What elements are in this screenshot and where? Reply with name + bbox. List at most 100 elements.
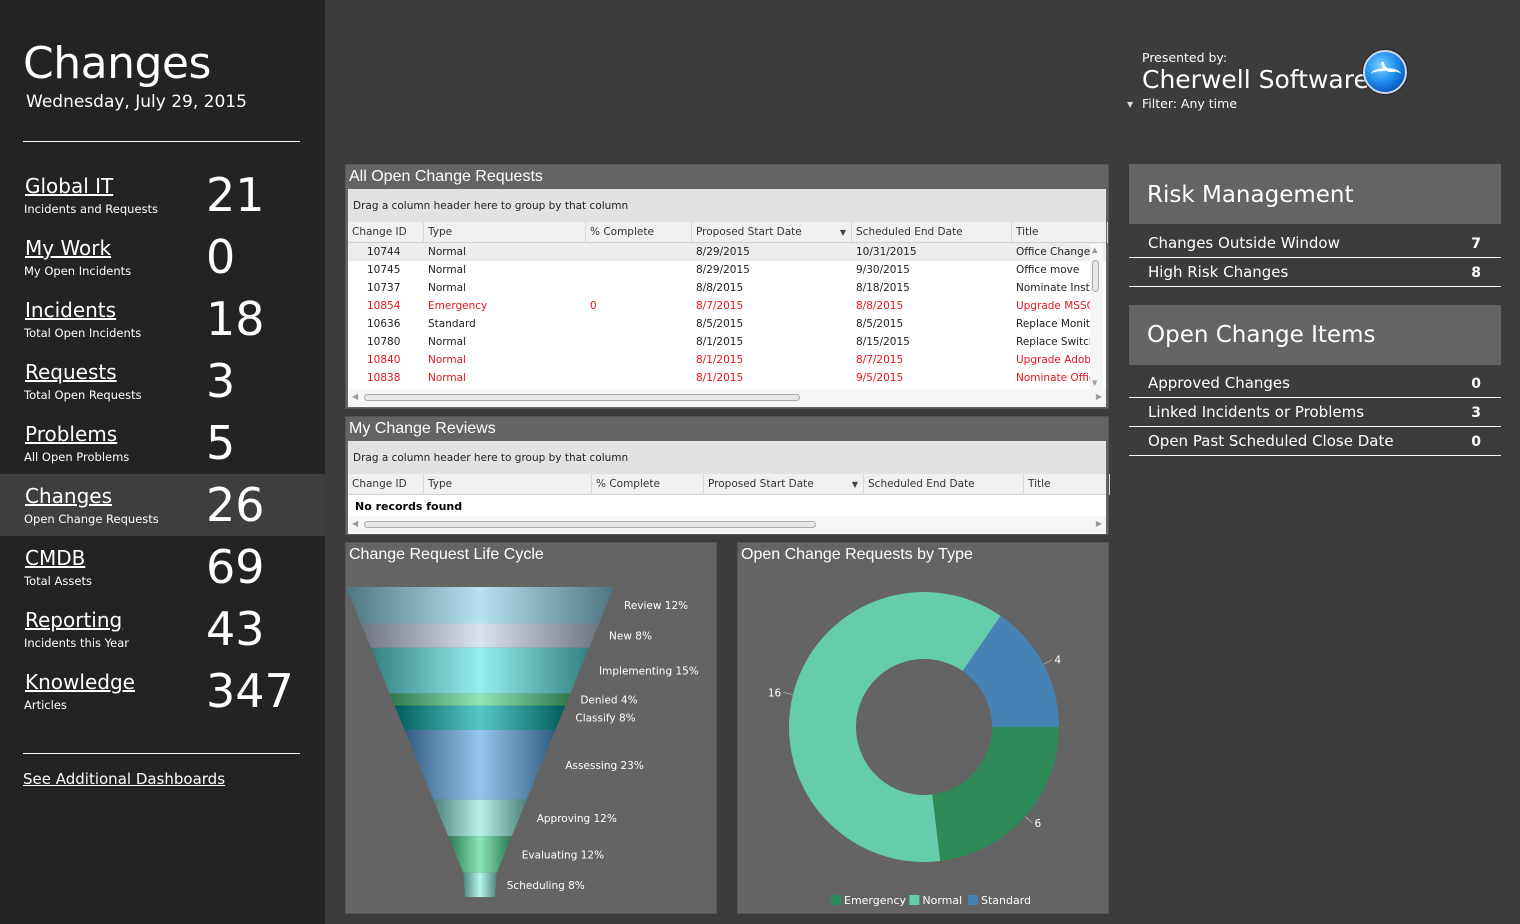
scroll-thumb[interactable] — [1092, 260, 1099, 292]
scroll-right-icon[interactable]: ▶ — [1096, 392, 1102, 401]
sidebar-item-count: 0 — [206, 230, 236, 284]
filter-label[interactable]: Filter: Any time — [1142, 96, 1369, 111]
sidebar-item-cmdb[interactable]: CMDB Total Assets 69 — [0, 536, 325, 598]
cell-percent-complete — [586, 261, 692, 279]
column-header-complete[interactable]: % Complete — [592, 474, 704, 495]
scroll-up-icon[interactable]: ▲ — [1092, 246, 1097, 254]
sidebar-item-requests[interactable]: Requests Total Open Requests 3 — [0, 350, 325, 412]
cell-proposed-start-date: 8/5/2015 — [696, 318, 744, 330]
scroll-thumb[interactable] — [364, 394, 800, 401]
group-by-bar[interactable]: Drag a column header here to group by th… — [348, 441, 1106, 474]
funnel-label: New 8% — [609, 631, 652, 643]
table-row[interactable]: 10636 Standard 8/5/2015 8/5/2015 Replace Mon… — [348, 315, 1106, 333]
cell-change-id: 10780 — [367, 336, 401, 348]
legend-label-emergency[interactable]: Emergency — [844, 894, 907, 907]
sidebar-item-label[interactable]: Reporting — [25, 608, 122, 632]
cell-title: Replace Monito — [1016, 318, 1092, 330]
scroll-thumb[interactable] — [364, 521, 816, 528]
funnel-segment-new[interactable] — [360, 623, 600, 648]
donut-chart: 6 16 4 Emergency Normal Standard — [768, 591, 1061, 907]
column-header-complete[interactable]: % Complete — [586, 222, 692, 243]
table-row[interactable]: 10838 Normal 8/1/2015 9/5/2015 Nominate Offi… — [348, 369, 1106, 387]
funnel-segment-evaluating[interactable] — [448, 836, 512, 873]
sidebar-item-count: 43 — [206, 602, 265, 656]
column-header-title[interactable]: Title — [1012, 222, 1108, 243]
donut-slice-emergency[interactable] — [932, 727, 1059, 862]
funnel-segment-assessing[interactable] — [404, 729, 556, 800]
presented-by-label: Presented by: — [1142, 50, 1228, 65]
divider — [23, 753, 300, 754]
donut-label-leader — [783, 691, 794, 696]
table-row[interactable]: 10737 Normal 8/8/2015 8/18/2015 Nominate Ins… — [348, 279, 1106, 297]
funnel-segment-denied[interactable] — [389, 693, 571, 706]
column-header-title[interactable]: Title — [1024, 474, 1110, 495]
sidebar-item-my-work[interactable]: My Work My Open Incidents 0 — [0, 226, 325, 288]
sidebar-item-label[interactable]: CMDB — [25, 546, 85, 570]
scroll-right-icon[interactable]: ▶ — [1096, 519, 1102, 528]
cell-percent-complete — [586, 243, 692, 261]
funnel-segment-scheduling[interactable] — [463, 872, 497, 897]
column-header-scheduled-end-date[interactable]: Scheduled End Date — [864, 474, 1024, 495]
column-header-proposed-start-date[interactable]: Proposed Start Date ▼ — [692, 222, 852, 243]
column-header-change-id[interactable]: Change ID — [348, 222, 424, 243]
column-header-type[interactable]: Type — [424, 222, 586, 243]
column-header-label: Proposed Start Date — [708, 478, 814, 490]
sidebar-item-count: 21 — [206, 168, 265, 222]
stat-row-high-risk-changes[interactable]: High Risk Changes 8 — [1129, 258, 1501, 287]
sidebar-item-label[interactable]: Changes — [25, 484, 112, 508]
column-header-proposed-start-date[interactable]: Proposed Start Date ▼ — [704, 474, 864, 495]
table-row[interactable]: 10745 Normal 8/29/2015 9/30/2015 Office move — [348, 261, 1106, 279]
scroll-left-icon[interactable]: ◀ — [352, 392, 358, 401]
page-title: Changes — [23, 38, 211, 89]
column-header-change-id[interactable]: Change ID — [348, 474, 424, 495]
stat-row-approved-changes[interactable]: Approved Changes 0 — [1129, 369, 1501, 398]
funnel-segment-classify[interactable] — [394, 705, 566, 730]
horizontal-scrollbar[interactable]: ◀ ▶ — [348, 516, 1106, 534]
funnel-segment-approving[interactable] — [433, 799, 527, 837]
donut-label-leader — [1024, 816, 1033, 824]
cell-percent-complete — [586, 369, 692, 387]
sidebar-item-subtitle: All Open Problems — [24, 450, 130, 464]
sidebar-item-label[interactable]: Problems — [25, 422, 117, 446]
stat-row-changes-outside-window[interactable]: Changes Outside Window 7 — [1129, 229, 1501, 258]
vertical-scrollbar[interactable]: ▲ ▼ — [1090, 244, 1103, 389]
cell-percent-complete — [586, 333, 692, 351]
column-header-type[interactable]: Type — [424, 474, 592, 495]
sort-descending-icon[interactable]: ▼ — [852, 474, 858, 495]
stat-row-linked-incidents-or-problems[interactable]: Linked Incidents or Problems 3 — [1129, 398, 1501, 427]
sidebar-item-problems[interactable]: Problems All Open Problems 5 — [0, 412, 325, 474]
column-header-scheduled-end-date[interactable]: Scheduled End Date — [852, 222, 1012, 243]
sidebar-item-label[interactable]: Incidents — [25, 298, 116, 322]
stat-row-open-past-scheduled-close-date[interactable]: Open Past Scheduled Close Date 0 — [1129, 427, 1501, 456]
sidebar-item-label[interactable]: My Work — [25, 236, 111, 260]
funnel-segment-implementing[interactable] — [370, 647, 590, 694]
cell-scheduled-end-date: 10/31/2015 — [856, 246, 917, 258]
sidebar-item-changes[interactable]: Changes Open Change Requests 26 — [0, 474, 325, 536]
open-requests-grid: Drag a column header here to group by th… — [348, 189, 1108, 407]
group-by-bar[interactable]: Drag a column header here to group by th… — [348, 189, 1106, 222]
table-row[interactable]: 10780 Normal 8/1/2015 8/15/2015 Replace Swit… — [348, 333, 1106, 351]
grid-header: Change ID Type % Complete Proposed Start Da… — [348, 222, 1108, 243]
sort-descending-icon[interactable]: ▼ — [840, 222, 846, 243]
sidebar-item-label[interactable]: Requests — [25, 360, 117, 384]
table-row[interactable]: 10854 Emergency 0 8/7/2015 8/8/2015 Upgrade M… — [348, 297, 1106, 315]
table-row[interactable]: 10744 Normal 8/29/2015 10/31/2015 Office Cha… — [348, 243, 1106, 261]
sidebar-item-label[interactable]: Knowledge — [25, 670, 135, 694]
see-additional-dashboards-link[interactable]: See Additional Dashboards — [23, 770, 225, 788]
filter-dropdown-icon[interactable]: ▼ — [1127, 100, 1133, 109]
legend-label-standard[interactable]: Standard — [981, 894, 1031, 907]
sidebar-item-global-it[interactable]: Global IT Incidents and Requests 21 — [0, 164, 325, 226]
cell-scheduled-end-date: 8/18/2015 — [856, 282, 910, 294]
table-row[interactable]: 10840 Normal 8/1/2015 8/7/2015 Upgrade Adob — [348, 351, 1106, 369]
sidebar-item-label[interactable]: Global IT — [25, 174, 113, 198]
scroll-left-icon[interactable]: ◀ — [352, 519, 358, 528]
horizontal-scrollbar[interactable]: ◀ ▶ — [348, 389, 1106, 407]
sidebar-item-reporting[interactable]: Reporting Incidents this Year 43 — [0, 598, 325, 660]
sidebar-item-knowledge[interactable]: Knowledge Articles 347 — [0, 660, 325, 722]
funnel-segment-review[interactable] — [346, 587, 614, 624]
sidebar-item-incidents[interactable]: Incidents Total Open Incidents 18 — [0, 288, 325, 350]
stat-value: 7 — [1471, 236, 1481, 252]
legend-label-normal[interactable]: Normal — [922, 894, 962, 907]
scroll-down-icon[interactable]: ▼ — [1092, 379, 1097, 387]
cell-change-id: 10854 — [367, 300, 401, 312]
